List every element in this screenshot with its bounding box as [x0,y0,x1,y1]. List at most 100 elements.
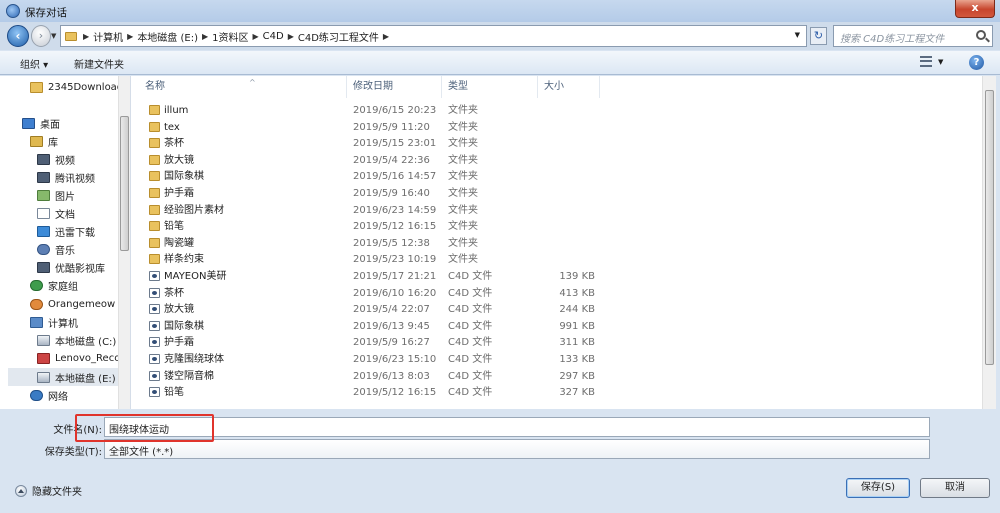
sidebar-item-desktop[interactable]: 桌面 [22,114,60,132]
column-header-size[interactable]: 大小 [538,76,600,98]
search-input[interactable]: 搜索 C4D练习工程文件 [833,25,993,47]
file-type: 文件夹 [448,204,478,216]
file-name: 克隆围绕球体 [164,354,224,365]
breadcrumb[interactable]: ▶ 计算机 ▶ 本地磁盘 (E:) ▶ 1资料区 ▶ C4D ▶ C4D练习工程… [60,25,807,47]
file-row[interactable]: 放大镜 2019/5/4 22:07 C4D 文件 244 KB [131,301,982,318]
organize-button[interactable]: 组织 ▾ [20,56,48,71]
sidebar-item-music[interactable]: 音乐 [37,240,75,258]
sidebar-item-label: Lenovo_Reco [55,352,121,364]
sidebar-item-pictures[interactable]: 图片 [37,186,75,204]
navigation-scrollbar[interactable] [118,76,130,409]
file-row[interactable]: 陶瓷罐 2019/5/5 12:38 文件夹 [131,235,982,252]
sidebar-item-label: 桌面 [40,119,60,131]
sidebar-item-videos[interactable]: 视频 [37,150,75,168]
file-row[interactable]: tex 2019/5/9 11:20 文件夹 [131,119,982,136]
sidebar-item-orangemeow[interactable]: Orangemeow [30,295,115,313]
chevron-right-icon[interactable]: ▶ [253,32,259,41]
new-folder-button[interactable]: 新建文件夹 [74,56,124,71]
file-row[interactable]: 茶杯 2019/5/15 23:01 文件夹 [131,135,982,152]
folder-icon [149,254,160,265]
folder-icon [149,138,160,149]
chevron-right-icon[interactable]: ▶ [383,32,389,41]
sidebar-item-library[interactable]: 库 [30,132,58,150]
sidebar-item-homegroup[interactable]: 家庭组 [30,276,78,294]
cancel-button[interactable]: 取消 [920,478,990,498]
column-header-type[interactable]: 类型 [442,76,538,98]
chevron-right-icon[interactable]: ▶ [127,32,133,41]
scrollbar-thumb[interactable] [985,90,994,365]
file-row[interactable]: 护手霜 2019/5/9 16:27 C4D 文件 311 KB [131,334,982,351]
homegroup-icon [30,279,43,291]
file-row[interactable]: 国际象棋 2019/6/13 9:45 C4D 文件 991 KB [131,318,982,335]
column-header-label: 类型 [448,81,468,92]
file-name: 放大镜 [164,304,194,316]
filetype-select[interactable]: 全部文件 (*.*) [104,439,930,459]
file-row[interactable]: 样条约束 2019/5/23 10:19 文件夹 [131,251,982,268]
hide-folders-label: 隐藏文件夹 [32,487,82,498]
sidebar-item-lenovo-recovery[interactable]: Lenovo_Reco [37,349,120,367]
file-type: 文件夹 [448,188,478,199]
music-icon [37,243,50,255]
column-header-date[interactable]: 修改日期 [347,76,442,98]
folder-icon [149,221,160,232]
folder-icon [149,121,160,132]
file-list-scrollbar[interactable] [982,76,996,409]
save-button[interactable]: 保存(S) [846,478,910,498]
breadcrumb-item[interactable]: 1资料区 [212,29,248,44]
file-row[interactable]: MAYEON美研 2019/5/17 21:21 C4D 文件 139 KB [131,268,982,285]
chevron-right-icon[interactable]: ▶ [83,32,89,41]
sidebar-item-2345download[interactable]: 2345Download [30,78,123,96]
file-type: 文件夹 [448,154,478,166]
breadcrumb-item[interactable]: 本地磁盘 (E:) [137,29,198,44]
sidebar-item-network[interactable]: 网络 [30,386,68,404]
breadcrumb-item[interactable]: C4D [263,31,284,42]
breadcrumb-item[interactable]: 计算机 [93,29,123,44]
sidebar-item-computer[interactable]: 计算机 [30,313,78,331]
file-row[interactable]: 国际象棋 2019/5/16 14:57 文件夹 [131,168,982,185]
file-list: 名称 ^ 修改日期 类型 大小 illum 2019/6/15 20:23 文件夹 t… [131,76,982,409]
file-row[interactable]: 茶杯 2019/6/10 16:20 C4D 文件 413 KB [131,285,982,302]
view-dropdown-icon[interactable]: ▼ [938,58,943,66]
address-dropdown-icon[interactable]: ▼ [795,31,800,39]
sidebar-item-label: 优酷影视库 [55,263,105,275]
sidebar-item-documents[interactable]: 文档 [37,204,75,222]
forward-arrow-icon[interactable]: › [31,25,51,47]
view-options-icon[interactable] [920,56,932,67]
file-row[interactable]: 经验图片素材 2019/6/23 14:59 文件夹 [131,202,982,219]
sidebar-item-label: 库 [48,137,58,149]
column-header-name[interactable]: 名称 ^ [139,76,347,98]
file-row[interactable]: 铅笔 2019/5/12 16:15 文件夹 [131,218,982,235]
file-date: 2019/5/4 22:07 [353,304,430,316]
file-row[interactable]: 护手霜 2019/5/9 16:40 文件夹 [131,185,982,202]
back-arrow-icon[interactable]: ‹ [7,25,29,47]
file-row[interactable]: 克隆围绕球体 2019/6/23 15:10 C4D 文件 133 KB [131,351,982,368]
scrollbar-thumb[interactable] [120,116,129,251]
sidebar-item-youku-library[interactable]: 优酷影视库 [37,258,105,276]
sidebar-item-drive-c[interactable]: 本地磁盘 (C:) [37,331,116,349]
file-row[interactable]: illum 2019/6/15 20:23 文件夹 [131,102,982,119]
refresh-icon[interactable]: ↻ [810,27,827,45]
file-row[interactable]: 镂空隔音棉 2019/6/13 8:03 C4D 文件 297 KB [131,368,982,385]
file-size: 139 KB [559,271,595,282]
chevron-right-icon[interactable]: ▶ [202,32,208,41]
search-icon[interactable] [976,30,986,40]
breadcrumb-item[interactable]: C4D练习工程文件 [298,29,379,44]
help-icon[interactable]: ? [969,55,984,70]
navigation-pane: 2345Download 桌面 库 视频 腾讯视频 图片 文档 迅雷下载 音乐 … [0,76,131,409]
hide-folders-button[interactable]: 隐藏文件夹 [15,483,82,498]
sidebar-item-drive-e[interactable]: 本地磁盘 (E:) [8,368,118,386]
close-button[interactable]: x [955,0,995,18]
c4d-file-icon [149,271,160,281]
sidebar-item-thunder-download[interactable]: 迅雷下载 [37,222,95,240]
file-row[interactable]: 放大镜 2019/5/4 22:36 文件夹 [131,152,982,169]
chevron-right-icon[interactable]: ▶ [288,32,294,41]
folder-icon [149,237,160,248]
file-row[interactable]: 铅笔 2019/5/12 16:15 C4D 文件 327 KB [131,384,982,401]
window-title: 保存对话 [25,7,67,19]
file-name: 茶杯 [164,287,184,299]
file-name: tex [164,121,180,133]
file-name: 陶瓷罐 [164,237,194,249]
sidebar-item-tencent-video[interactable]: 腾讯视频 [37,168,95,186]
filename-input[interactable]: 围绕球体运动 [104,417,930,437]
history-dropdown-icon[interactable]: ▼ [51,32,56,40]
